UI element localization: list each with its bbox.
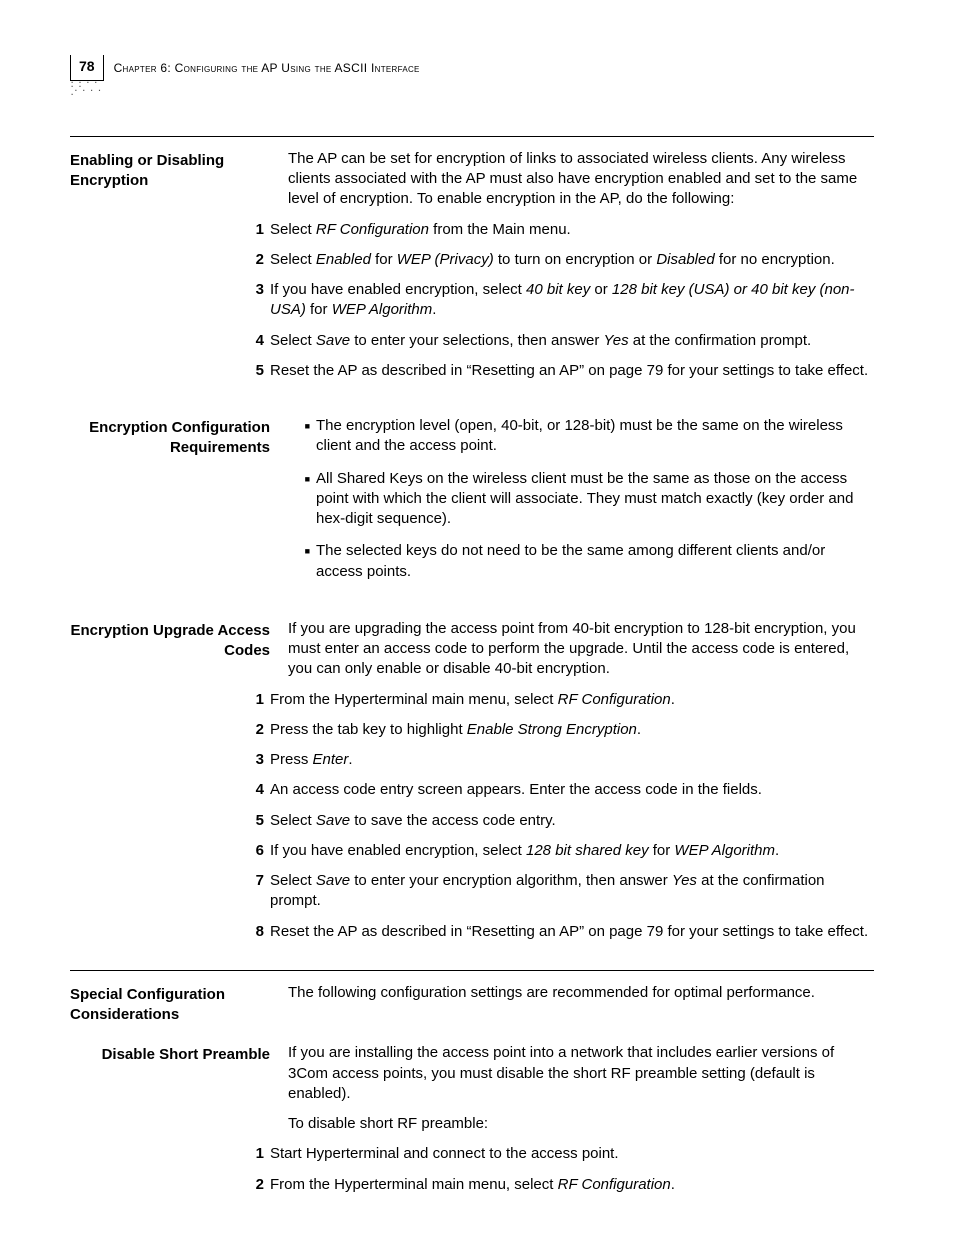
bullet-3: ■The selected keys do not need to be the… (288, 541, 874, 582)
step-3: 3 If you have enabled encryption, select… (242, 280, 874, 321)
steps-enabling-encryption: 1 Select RF Configuration from the Main … (70, 220, 874, 392)
steps-encryption-upgrade: 1 From the Hyperterminal main menu, sele… (70, 690, 874, 952)
up-step-4: 4 An access code entry screen appears. E… (242, 780, 874, 800)
step-4: 4 Select Save to enter your selections, … (242, 331, 874, 351)
body-disable-preamble: If you are installing the access point i… (288, 1043, 874, 1144)
para-preamble-1: If you are installing the access point i… (288, 1043, 874, 1104)
body-encryption-upgrade: If you are upgrading the access point fr… (288, 619, 874, 690)
up-step-6: 6 If you have enabled encryption, select… (242, 841, 874, 861)
para-upgrade-intro: If you are upgrading the access point fr… (288, 619, 874, 680)
step-5: 5 Reset the AP as described in “Resettin… (242, 361, 874, 381)
bullet-2: ■All Shared Keys on the wireless client … (288, 469, 874, 530)
page-header: 78 · · · · · · · · · · · Chapter 6: Conf… (70, 55, 874, 81)
subsection-disable-preamble: Disable Short Preamble If you are instal… (70, 1043, 874, 1205)
body-enabling-encryption: The AP can be set for encryption of link… (288, 149, 874, 220)
section-enabling-encryption: Enabling or Disabling Encryption The AP … (70, 136, 874, 391)
section-special-config: Special Configuration Considerations The… (70, 970, 874, 1026)
body-encryption-config-reqs: ■The encryption level (open, 40-bit, or … (288, 416, 874, 594)
heading-encryption-config-reqs: Encryption Configuration Requirements (70, 416, 270, 594)
steps-disable-preamble: 1 Start Hyperterminal and connect to the… (70, 1144, 874, 1205)
up-step-5: 5 Select Save to save the access code en… (242, 811, 874, 831)
heading-disable-preamble: Disable Short Preamble (70, 1043, 270, 1144)
page-number-box: 78 · · · · · · · · · · · (70, 55, 104, 81)
bullet-1: ■The encryption level (open, 40-bit, or … (288, 416, 874, 457)
up-step-8: 8 Reset the AP as described in “Resettin… (242, 922, 874, 942)
para-special-intro: The following configuration settings are… (288, 983, 874, 1003)
pre-step-2: 2 From the Hyperterminal main menu, sele… (242, 1175, 874, 1195)
pre-step-1: 1 Start Hyperterminal and connect to the… (242, 1144, 874, 1164)
step-2: 2 Select Enabled for WEP (Privacy) to tu… (242, 250, 874, 270)
page-number: 78 (79, 58, 95, 74)
up-step-3: 3 Press Enter. (242, 750, 874, 770)
heading-encryption-upgrade: Encryption Upgrade Access Codes (70, 619, 270, 690)
para-intro: The AP can be set for encryption of link… (288, 149, 874, 210)
para-preamble-2: To disable short RF preamble: (288, 1114, 874, 1134)
subsection-encryption-upgrade: Encryption Upgrade Access Codes If you a… (70, 619, 874, 952)
up-step-1: 1 From the Hyperterminal main menu, sele… (242, 690, 874, 710)
decorative-dots: · · · · · · · · · · · (71, 81, 103, 97)
up-step-2: 2 Press the tab key to highlight Enable … (242, 720, 874, 740)
up-step-7: 7 Select Save to enter your encryption a… (242, 871, 874, 912)
heading-enabling-encryption: Enabling or Disabling Encryption (70, 149, 270, 220)
subsection-encryption-config-reqs: Encryption Configuration Requirements ■T… (70, 416, 874, 594)
step-1: 1 Select RF Configuration from the Main … (242, 220, 874, 240)
body-special-config: The following configuration settings are… (288, 983, 874, 1026)
chapter-title: Chapter 6: Configuring the AP Using the … (114, 60, 420, 76)
heading-special-config: Special Configuration Considerations (70, 983, 270, 1026)
